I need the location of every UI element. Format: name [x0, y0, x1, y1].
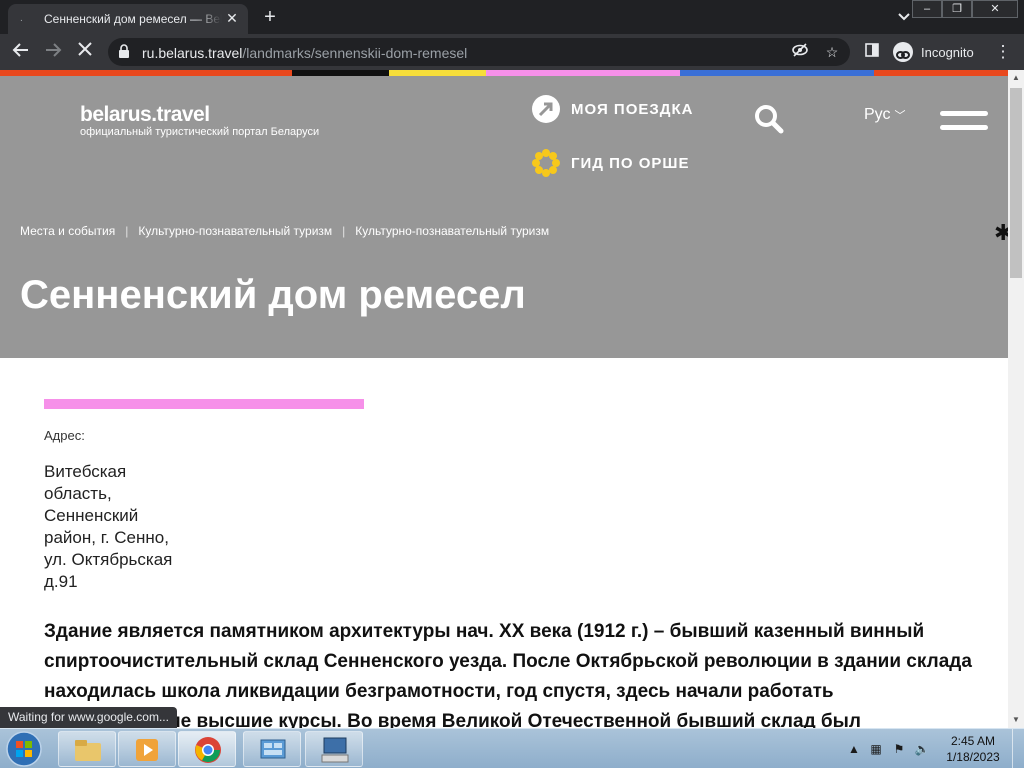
- taskbar-remote-desktop[interactable]: [305, 731, 363, 767]
- hamburger-menu-icon[interactable]: [940, 111, 988, 133]
- clock-date: 1/18/2023: [946, 750, 1000, 764]
- eye-slash-icon[interactable]: [790, 42, 810, 62]
- nav-my-trip[interactable]: МОЯ ПОЕЗДКА: [531, 94, 693, 124]
- side-widget-icon[interactable]: ✱: [994, 220, 1008, 245]
- address-value: Витебская область, Сенненский район, г. …: [44, 462, 173, 591]
- language-label: Рус: [864, 106, 891, 123]
- browser-tab-active[interactable]: . Сенненский дом ремесел — Belarus.trave…: [8, 4, 248, 34]
- chevron-down-icon: ﹀: [894, 110, 906, 122]
- taskbar-chrome[interactable]: [178, 731, 236, 767]
- breadcrumb-separator: |: [342, 224, 346, 238]
- show-desktop-button[interactable]: [1012, 729, 1024, 769]
- keyboard-computer-icon: [321, 737, 349, 763]
- page-viewport: belarus.travel официальный туристический…: [0, 70, 1008, 728]
- folder-icon: [75, 740, 101, 761]
- chrome-icon: [195, 737, 221, 763]
- page-scrollbar[interactable]: ▲ ▼: [1008, 70, 1024, 728]
- status-bubble: Waiting for www.google.com...: [0, 707, 177, 728]
- taskbar-clock[interactable]: 2:45 AM 1/18/2023: [940, 733, 1006, 765]
- tray-expand-icon[interactable]: ▲: [846, 741, 862, 757]
- scrollbar-thumb[interactable]: [1010, 88, 1022, 278]
- language-selector[interactable]: Рус ﹀: [864, 106, 906, 124]
- incognito-label: Incognito: [921, 44, 974, 60]
- tab-title: Сенненский дом ремесел — Belarus.travel: [44, 12, 222, 26]
- address-label: Адрес:: [44, 428, 85, 443]
- restore-button[interactable]: ❐: [942, 0, 972, 18]
- incognito-icon: [893, 42, 913, 62]
- control-panel-icon: [260, 739, 286, 759]
- menu-kebab-icon[interactable]: ⋮: [992, 41, 1014, 63]
- incognito-indicator[interactable]: Incognito: [893, 41, 974, 63]
- clock-time: 2:45 AM: [950, 734, 996, 748]
- url-text: ru.belarus.travel/landmarks/sennenskii-d…: [142, 45, 468, 61]
- breadcrumb: Места и события | Культурно-познавательн…: [20, 224, 549, 238]
- side-panel-icon[interactable]: [861, 41, 883, 63]
- media-player-icon: [136, 739, 158, 761]
- description-text: Здание является памятником архитектуры н…: [44, 621, 972, 728]
- browser-toolbar: ru.belarus.travel/landmarks/sennenskii-d…: [0, 34, 1024, 70]
- hero-header: belarus.travel официальный туристический…: [0, 76, 1008, 358]
- breadcrumb-item-places[interactable]: Места и события: [20, 224, 115, 238]
- forward-arrow-icon[interactable]: [42, 41, 64, 63]
- window-controls: – ❐ ✕: [912, 0, 1018, 18]
- taskbar-media-player[interactable]: [118, 731, 176, 767]
- breadcrumb-separator: |: [125, 224, 129, 238]
- close-window-button[interactable]: ✕: [972, 0, 1018, 18]
- tray-volume-icon[interactable]: 🔈: [914, 741, 930, 757]
- nav-orsha-guide-label: ГИД ПО ОРШЕ: [571, 154, 690, 172]
- accent-bar: [44, 399, 364, 409]
- breadcrumb-item-cultural-2[interactable]: Культурно-познавательный туризм: [355, 224, 549, 238]
- trip-arrow-icon: [532, 95, 560, 123]
- back-arrow-icon[interactable]: [10, 41, 32, 63]
- windows-start-icon[interactable]: [4, 730, 44, 768]
- windows-taskbar: ▲ ▦ ⚑ 🔈 2:45 AM 1/18/2023: [0, 728, 1024, 769]
- site-logo[interactable]: belarus.travel: [80, 103, 210, 127]
- tray-action-center-icon[interactable]: ⚑: [891, 741, 907, 757]
- scroll-up-arrow-icon[interactable]: ▲: [1008, 70, 1024, 86]
- taskbar-control-panel[interactable]: [243, 731, 301, 767]
- browser-tab-bar: . Сенненский дом ремесел — Belarus.trave…: [0, 0, 1024, 34]
- minimize-button[interactable]: –: [912, 0, 942, 18]
- new-tab-button[interactable]: +: [258, 5, 282, 29]
- breadcrumb-item-cultural-1[interactable]: Культурно-познавательный туризм: [138, 224, 332, 238]
- sun-flower-icon: [532, 149, 560, 177]
- bookmark-star-icon[interactable]: ☆: [822, 42, 842, 62]
- lock-icon: [119, 44, 129, 58]
- loading-favicon-icon: .: [20, 13, 23, 24]
- page-title: Сенненский дом ремесел: [20, 273, 526, 317]
- stop-loading-icon[interactable]: [74, 41, 96, 63]
- close-tab-button[interactable]: ✕: [224, 10, 240, 26]
- nav-orsha-guide[interactable]: ГИД ПО ОРШЕ: [531, 148, 690, 178]
- address-bar[interactable]: ru.belarus.travel/landmarks/sennenskii-d…: [108, 38, 850, 66]
- site-tagline: официальный туристический портал Беларус…: [80, 126, 320, 138]
- taskbar-explorer[interactable]: [58, 731, 116, 767]
- tray-network-icon[interactable]: ▦: [868, 741, 884, 757]
- scroll-down-arrow-icon[interactable]: ▼: [1008, 712, 1024, 728]
- search-icon[interactable]: [754, 104, 784, 134]
- nav-my-trip-label: МОЯ ПОЕЗДКА: [571, 100, 694, 118]
